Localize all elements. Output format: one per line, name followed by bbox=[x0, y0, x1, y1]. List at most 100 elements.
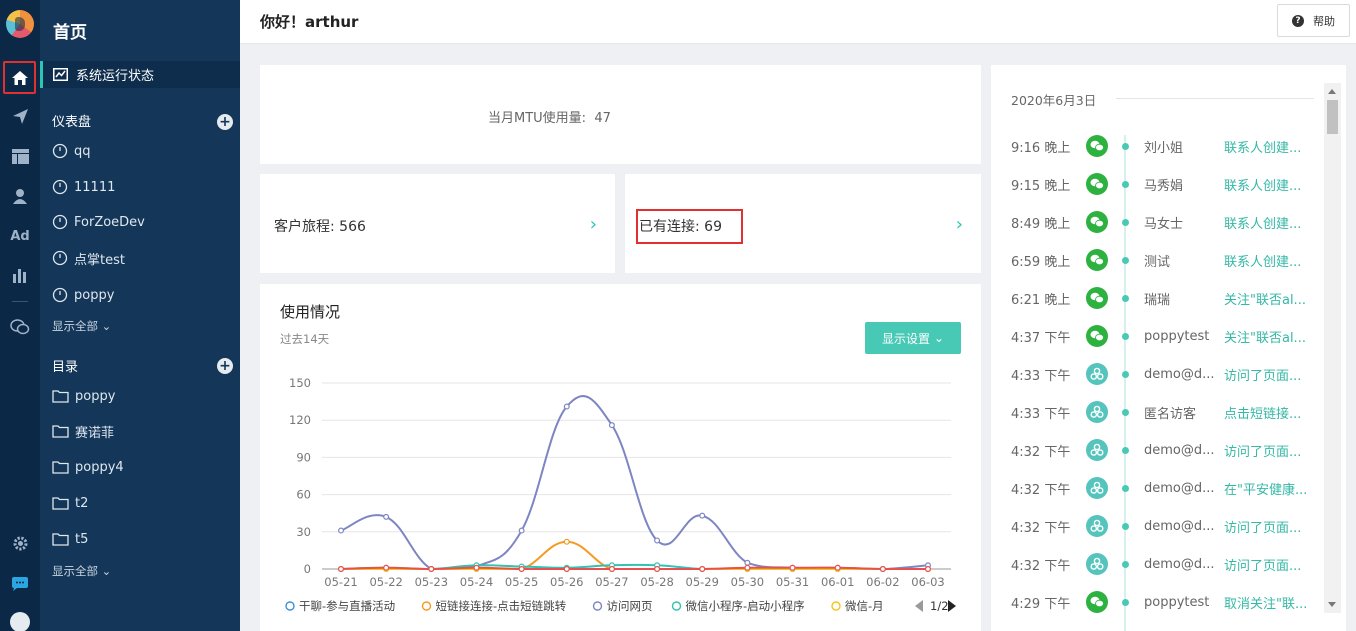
customer-journey-card[interactable]: 客户旅程: 566 › bbox=[260, 174, 615, 273]
sidebar-item-system-status[interactable]: 系统运行状态 bbox=[40, 61, 240, 88]
data-point[interactable] bbox=[563, 403, 570, 410]
feed-row[interactable]: 4:32 下午 demo@d... 在"平安健康... bbox=[991, 469, 1321, 507]
feed-contact-name[interactable]: poppytest bbox=[1144, 329, 1209, 344]
sidebar-item-folder[interactable]: t2 bbox=[52, 493, 88, 513]
data-point[interactable] bbox=[744, 559, 751, 566]
feed-contact-name[interactable]: poppytest bbox=[1144, 595, 1209, 610]
feed-action-link[interactable]: 联系人创建... bbox=[1224, 213, 1301, 232]
data-point[interactable] bbox=[563, 538, 570, 545]
feed-row[interactable]: 4:33 下午 demo@d... 访问了页面... bbox=[991, 355, 1321, 393]
data-point[interactable] bbox=[473, 564, 480, 571]
data-point[interactable] bbox=[563, 566, 570, 573]
scroll-thumb[interactable] bbox=[1327, 100, 1338, 134]
feed-row[interactable]: 9:15 晚上 马秀娟 联系人创建... bbox=[991, 165, 1321, 203]
feed-row[interactable]: 8:49 晚上 马女士 联系人创建... bbox=[991, 203, 1321, 241]
feed-row[interactable]: 4:37 下午 poppytest 关注"联否al... bbox=[991, 317, 1321, 355]
bar-chart-icon[interactable] bbox=[0, 259, 40, 291]
data-point[interactable] bbox=[383, 513, 390, 520]
feed-contact-name[interactable]: demo@d... bbox=[1144, 557, 1215, 572]
data-point[interactable] bbox=[608, 422, 615, 429]
sidebar-item-dashboard[interactable]: poppy bbox=[52, 285, 114, 305]
connections-card[interactable]: 已有连接: 69 › bbox=[625, 174, 981, 273]
sidebar-item-dashboard[interactable]: 11111 bbox=[52, 177, 115, 197]
feed-contact-name[interactable]: 匿名访客 bbox=[1144, 403, 1196, 422]
data-point[interactable] bbox=[879, 566, 886, 573]
chat-bubble-icon[interactable] bbox=[0, 568, 40, 600]
send-icon[interactable] bbox=[0, 100, 40, 132]
home-icon[interactable] bbox=[3, 61, 36, 94]
feed-scrollbar[interactable] bbox=[1324, 83, 1341, 613]
feed-action-link[interactable]: 访问了页面... bbox=[1224, 517, 1301, 536]
feed-row[interactable]: 4:29 下午 poppytest 取消关注"联... bbox=[991, 583, 1321, 621]
gear-icon[interactable] bbox=[0, 527, 40, 559]
feed-action-link[interactable]: 访问了页面... bbox=[1224, 365, 1301, 384]
sidebar-item-dashboard[interactable]: 点掌test bbox=[52, 248, 125, 268]
feed-contact-name[interactable]: demo@d... bbox=[1144, 519, 1215, 534]
data-point[interactable] bbox=[383, 564, 390, 571]
ad-icon[interactable]: Ad bbox=[0, 220, 40, 252]
feed-action-link[interactable]: 点击短链接... bbox=[1224, 403, 1301, 422]
chevron-right-icon[interactable]: › bbox=[590, 214, 597, 235]
show-all-folders-link[interactable]: 显示全部 ⌄ bbox=[52, 563, 111, 579]
help-button[interactable]: ? 帮助 bbox=[1277, 4, 1350, 37]
feed-action-link[interactable]: 联系人创建... bbox=[1224, 137, 1301, 156]
scroll-up-arrow[interactable] bbox=[1328, 89, 1336, 94]
sidebar-item-folder[interactable]: 赛诺菲 bbox=[52, 421, 114, 441]
chevron-right-icon[interactable]: › bbox=[956, 214, 963, 235]
feed-row[interactable]: 9:16 晚上 刘小姐 联系人创建... bbox=[991, 127, 1321, 165]
feed-row[interactable]: 4:32 下午 demo@d... 访问了页面... bbox=[991, 507, 1321, 545]
sidebar-item-folder[interactable]: poppy bbox=[52, 386, 115, 406]
legend-label[interactable]: 短链接连接-点击短链跳转 bbox=[436, 599, 567, 613]
feed-action-link[interactable]: 联系人创建... bbox=[1224, 175, 1301, 194]
add-folder-icon[interactable]: + bbox=[217, 358, 233, 374]
feed-row[interactable]: 4:32 下午 demo@d... 访问了页面... bbox=[991, 545, 1321, 583]
legend-label[interactable]: 微信-月 bbox=[845, 599, 884, 613]
data-point[interactable] bbox=[699, 512, 706, 519]
feed-contact-name[interactable]: demo@d... bbox=[1144, 481, 1215, 496]
data-point[interactable] bbox=[834, 564, 841, 571]
feed-contact-name[interactable]: 瑞瑞 bbox=[1144, 289, 1170, 308]
legend-label[interactable]: 干聊-参与直播活动 bbox=[299, 599, 395, 613]
data-point[interactable] bbox=[924, 566, 931, 573]
scroll-down-arrow[interactable] bbox=[1328, 602, 1336, 607]
legend-label[interactable]: 访问网页 bbox=[607, 599, 653, 613]
feed-contact-name[interactable]: 测试 bbox=[1144, 251, 1170, 270]
data-point[interactable] bbox=[654, 566, 661, 573]
show-all-dashboards-link[interactable]: 显示全部 ⌄ bbox=[52, 318, 111, 334]
feed-row[interactable]: 4:33 下午 匿名访客 点击短链接... bbox=[991, 393, 1321, 431]
feed-contact-name[interactable]: 马秀娟 bbox=[1144, 175, 1183, 194]
data-point[interactable] bbox=[608, 566, 615, 573]
sidebar-item-dashboard[interactable]: qq bbox=[52, 141, 91, 161]
feed-row[interactable]: 6:59 晚上 测试 联系人创建... bbox=[991, 241, 1321, 279]
data-point[interactable] bbox=[654, 537, 661, 544]
feed-row[interactable]: 6:21 晚上 瑞瑞 关注"联否al... bbox=[991, 279, 1321, 317]
feed-row[interactable]: 4:32 下午 demo@d... 访问了页面... bbox=[991, 431, 1321, 469]
data-point[interactable] bbox=[337, 566, 344, 573]
sidebar-item-dashboard[interactable]: ForZoeDev bbox=[52, 212, 145, 232]
data-point[interactable] bbox=[518, 527, 525, 534]
feed-action-link[interactable]: 取消关注"联... bbox=[1224, 593, 1307, 612]
data-point[interactable] bbox=[789, 564, 796, 571]
user-icon[interactable] bbox=[0, 180, 40, 212]
sidebar-item-folder[interactable]: poppy4 bbox=[52, 457, 124, 477]
wechat-icon[interactable] bbox=[0, 311, 40, 343]
data-point[interactable] bbox=[337, 527, 344, 534]
avatar[interactable] bbox=[10, 612, 30, 631]
data-point[interactable] bbox=[699, 566, 706, 573]
data-point[interactable] bbox=[428, 566, 435, 573]
data-point[interactable] bbox=[744, 564, 751, 571]
app-logo[interactable] bbox=[6, 10, 34, 38]
sidebar-item-folder[interactable]: t5 bbox=[52, 529, 88, 549]
feed-contact-name[interactable]: 马女士 bbox=[1144, 213, 1183, 232]
layout-icon[interactable] bbox=[0, 140, 40, 172]
feed-contact-name[interactable]: 刘小姐 bbox=[1144, 137, 1183, 156]
feed-action-link[interactable]: 关注"联否al... bbox=[1224, 289, 1306, 308]
feed-action-link[interactable]: 访问了页面... bbox=[1224, 555, 1301, 574]
feed-action-link[interactable]: 关注"联否al... bbox=[1224, 327, 1306, 346]
feed-contact-name[interactable]: demo@d... bbox=[1144, 367, 1215, 382]
legend-label[interactable]: 微信小程序-启动小程序 bbox=[686, 599, 805, 613]
data-point[interactable] bbox=[518, 566, 525, 573]
feed-action-link[interactable]: 联系人创建... bbox=[1224, 251, 1301, 270]
add-dashboard-icon[interactable]: + bbox=[217, 114, 233, 130]
feed-action-link[interactable]: 访问了页面... bbox=[1224, 441, 1301, 460]
